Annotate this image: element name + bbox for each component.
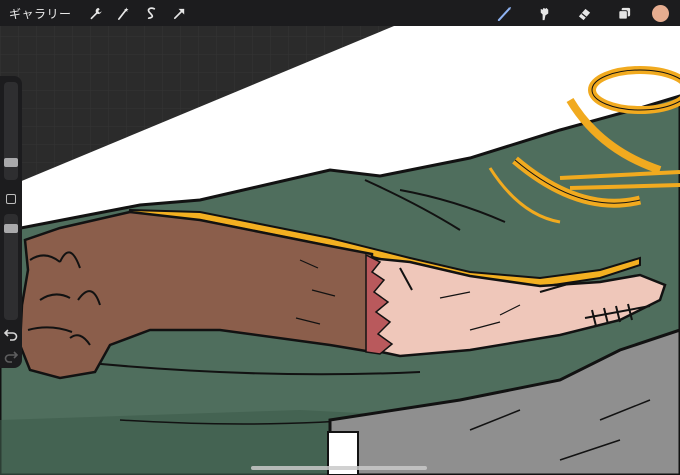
smudge-tool[interactable] xyxy=(524,0,564,26)
transform-arrow-icon xyxy=(173,8,185,19)
brush-size-thumb[interactable] xyxy=(4,158,18,167)
eraser-tool[interactable] xyxy=(564,0,604,26)
smudge-icon xyxy=(540,7,548,20)
wrench-icon xyxy=(90,7,102,19)
layers-button[interactable] xyxy=(604,0,644,26)
color-picker-button[interactable] xyxy=(652,4,669,22)
transform-button[interactable] xyxy=(166,0,194,26)
modify-square-icon[interactable] xyxy=(6,194,16,204)
magic-wand-icon xyxy=(117,6,129,20)
adjustments-button[interactable] xyxy=(110,0,138,26)
brush-opacity-thumb[interactable] xyxy=(4,224,18,233)
right-tool-group xyxy=(484,0,680,26)
redo-icon[interactable] xyxy=(3,348,19,364)
top-toolbar: ギャラリー xyxy=(0,0,680,26)
drawing-canvas[interactable] xyxy=(0,0,680,475)
brush-tool[interactable] xyxy=(484,0,524,26)
selection-button[interactable] xyxy=(138,0,166,26)
eraser-icon xyxy=(578,8,590,20)
brush-size-slider[interactable] xyxy=(4,82,18,180)
brush-icon xyxy=(497,6,511,21)
gallery-button[interactable]: ギャラリー xyxy=(9,5,72,22)
home-indicator xyxy=(251,466,427,470)
left-sidebar xyxy=(0,76,22,368)
actions-button[interactable] xyxy=(82,0,110,26)
layers-icon xyxy=(617,7,630,20)
brush-opacity-slider[interactable] xyxy=(4,214,18,320)
selection-icon xyxy=(147,6,156,19)
undo-icon[interactable] xyxy=(3,326,19,342)
